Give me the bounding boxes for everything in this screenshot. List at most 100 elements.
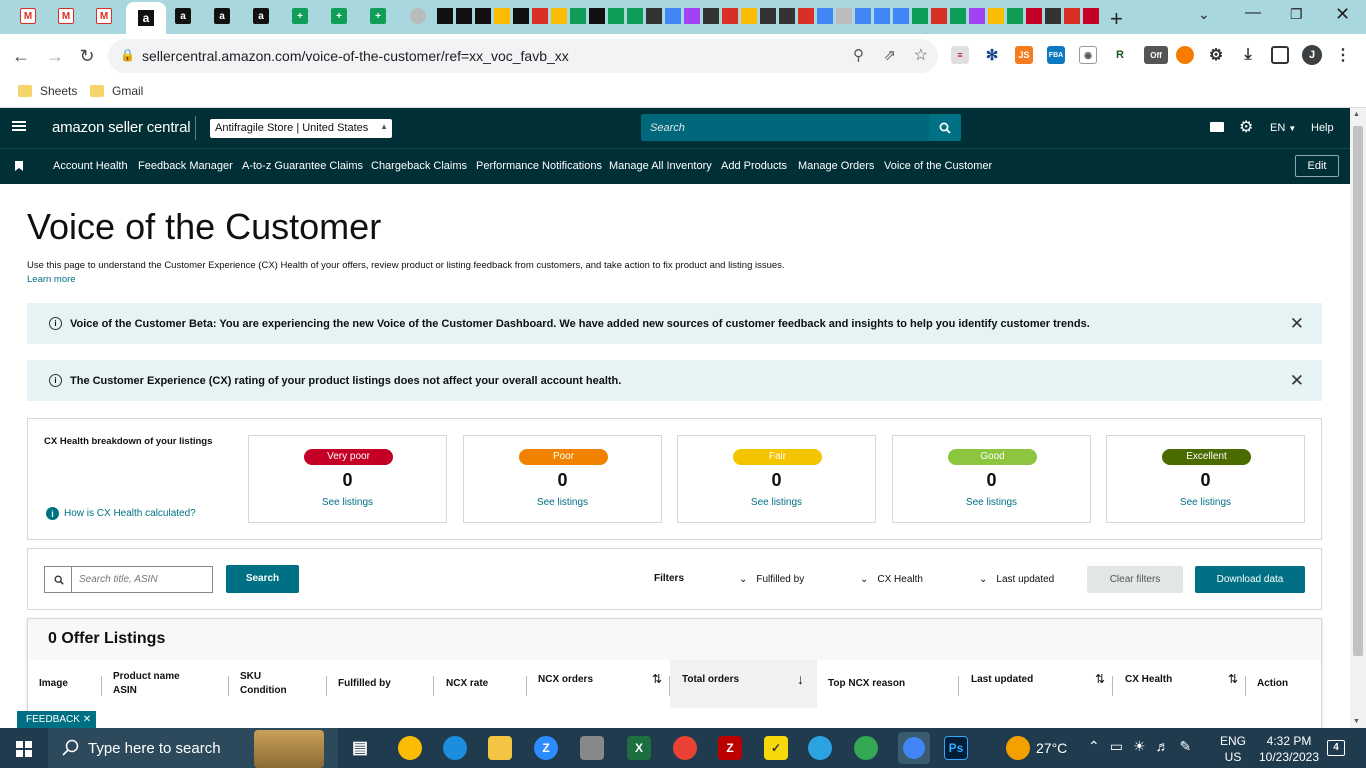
nav-manage-inventory[interactable]: Manage All Inventory <box>609 160 712 172</box>
clear-filters-button[interactable]: Clear filters <box>1087 566 1183 593</box>
zoom-icon[interactable]: ⚲ <box>853 46 864 64</box>
input-language[interactable]: ENG US <box>1220 733 1246 765</box>
search-button[interactable]: Search <box>226 565 299 593</box>
profile-avatar[interactable]: J <box>1302 45 1322 65</box>
extensions-puzzle-icon[interactable]: ⚙ <box>1207 46 1225 64</box>
amazon-seller-central-logo[interactable]: amazon seller central <box>52 119 191 136</box>
see-listings-link[interactable]: See listings <box>464 497 661 508</box>
scroll-up-icon[interactable]: ▲ <box>1353 111 1360 118</box>
column-sku[interactable]: SKU Condition <box>240 670 287 698</box>
nav-add-products[interactable]: Add Products <box>721 160 787 172</box>
bookmark-star-icon[interactable]: ☆ <box>914 45 928 65</box>
new-tab-button[interactable]: + <box>1110 6 1123 32</box>
column-product-name[interactable]: Product name ASIN <box>113 670 180 698</box>
sort-icon[interactable]: ⇅ <box>1228 672 1238 686</box>
notifications-icon[interactable]: 4 <box>1327 740 1345 756</box>
column-ncx-orders[interactable]: NCX orders <box>538 673 593 687</box>
nav-chargeback-claims[interactable]: Chargeback Claims <box>371 160 467 172</box>
column-last-updated[interactable]: Last updated <box>971 673 1033 687</box>
calculator-icon[interactable] <box>580 736 604 760</box>
url-text[interactable]: sellercentral.amazon.com/voice-of-the-cu… <box>142 48 569 64</box>
close-icon[interactable]: ✕ <box>1290 314 1304 334</box>
lock-icon[interactable]: 🔒 <box>120 48 135 62</box>
scrollbar-thumb[interactable] <box>1353 126 1363 656</box>
see-listings-link[interactable]: See listings <box>678 497 875 508</box>
download-data-button[interactable]: Download data <box>1195 566 1305 593</box>
extension-icon[interactable] <box>1176 46 1194 64</box>
weather-icon[interactable] <box>1006 736 1030 760</box>
chrome-icon[interactable] <box>398 736 422 760</box>
amazon-tab-icon[interactable]: a <box>253 8 269 24</box>
off-badge-extension-icon[interactable]: Off <box>1144 46 1168 64</box>
sheets-tab-icon[interactable]: + <box>331 8 347 24</box>
column-ncx-rate[interactable]: NCX rate <box>446 677 488 691</box>
amazon-tab-icon[interactable]: a <box>175 8 191 24</box>
windows-start-icon[interactable] <box>16 741 32 757</box>
header-search-input[interactable]: Search <box>641 114 929 141</box>
header-search-button[interactable] <box>929 114 961 141</box>
hamburger-menu-icon[interactable] <box>12 121 26 123</box>
tab-search-chevron-icon[interactable]: ⌄ <box>1198 6 1210 23</box>
excel-icon[interactable]: X <box>627 736 651 760</box>
fba-extension-icon[interactable]: FBA <box>1047 46 1065 64</box>
side-panel-icon[interactable] <box>1271 46 1289 64</box>
nav-performance-notifications[interactable]: Performance Notifications <box>476 160 602 172</box>
settings-gear-icon[interactable]: ⚙ <box>1239 117 1253 137</box>
loading-tab-icon[interactable] <box>410 8 426 24</box>
how-cx-calculated-link[interactable]: i How is CX Health calculated? <box>46 507 196 520</box>
forward-icon[interactable]: → <box>42 43 68 69</box>
edge-icon[interactable] <box>443 736 467 760</box>
see-listings-link[interactable]: See listings <box>893 497 1090 508</box>
close-icon[interactable]: ✕ <box>1290 371 1304 391</box>
store-selector[interactable]: Antifragile Store | United States ▲ <box>210 119 392 138</box>
page-scrollbar[interactable]: ▲ ▼ <box>1350 108 1366 728</box>
see-listings-link[interactable]: See listings <box>1107 497 1304 508</box>
gmail-tab-icon[interactable]: M <box>58 8 74 24</box>
task-view-icon[interactable]: ▤ <box>348 736 372 760</box>
extension-icon[interactable]: ≡ <box>951 46 969 64</box>
listing-search-input[interactable] <box>71 566 213 593</box>
language-selector[interactable]: EN ▼ <box>1270 122 1296 134</box>
filter-last-updated[interactable]: ⌄ Last updated <box>979 574 1054 585</box>
mail-icon[interactable] <box>1210 122 1224 132</box>
see-listings-link[interactable]: See listings <box>249 497 446 508</box>
gmail-tab-icon[interactable]: M <box>96 8 112 24</box>
clock[interactable]: 4:32 PM 10/23/2023 <box>1258 733 1320 765</box>
column-top-ncx-reason[interactable]: Top NCX reason <box>828 677 905 691</box>
address-bar[interactable]: 🔒 sellercentral.amazon.com/voice-of-the-… <box>108 39 938 73</box>
column-cx-health[interactable]: CX Health <box>1125 673 1172 687</box>
help-link[interactable]: Help <box>1311 122 1334 134</box>
sort-icon[interactable]: ⇅ <box>652 672 662 686</box>
zoom-app-icon[interactable]: Z <box>534 736 558 760</box>
sticky-notes-icon[interactable]: ✓ <box>764 736 788 760</box>
gmail-tab-icon[interactable]: M <box>20 8 36 24</box>
share-icon[interactable]: ⇗ <box>883 46 896 64</box>
extension-icon[interactable]: ◉ <box>1079 46 1097 64</box>
nav-voice-of-customer[interactable]: Voice of the Customer <box>884 160 992 172</box>
column-fulfilled-by[interactable]: Fulfilled by <box>338 677 391 691</box>
minimize-icon[interactable]: — <box>1245 4 1261 22</box>
extension-icon[interactable]: ✻ <box>983 46 1001 64</box>
restore-icon[interactable]: ❐ <box>1290 6 1303 23</box>
learn-more-link[interactable]: Learn more <box>27 274 76 285</box>
chrome-active-icon[interactable] <box>898 732 930 764</box>
extension-icon[interactable]: R <box>1111 46 1129 64</box>
file-explorer-icon[interactable] <box>488 736 512 760</box>
nav-manage-orders[interactable]: Manage Orders <box>798 160 874 172</box>
weather-temp[interactable]: 27°C <box>1036 740 1067 756</box>
sort-icon[interactable]: ⇅ <box>1095 672 1105 686</box>
taskbar-search-box[interactable]: Type here to search <box>48 728 338 768</box>
bookmark-icon[interactable] <box>15 161 23 171</box>
active-tab[interactable]: a <box>126 2 166 34</box>
amazon-tab-icon[interactable]: a <box>214 8 230 24</box>
nav-feedback-manager[interactable]: Feedback Manager <box>138 160 233 172</box>
bookmark-sheets[interactable]: Sheets <box>18 84 77 98</box>
js-extension-icon[interactable]: JS <box>1015 46 1033 64</box>
telegram-icon[interactable] <box>808 736 832 760</box>
menu-kebab-icon[interactable]: ⋮ <box>1334 46 1352 64</box>
close-window-icon[interactable]: ✕ <box>1335 4 1350 25</box>
nav-a-to-z-claims[interactable]: A-to-z Guarantee Claims <box>242 160 363 172</box>
download-icon[interactable]: ⤓ <box>1239 46 1257 64</box>
system-tray-icons[interactable]: ⌃▭☀♬✎ <box>1088 738 1201 755</box>
feedback-tab[interactable]: FEEDBACK ✕ <box>17 711 97 728</box>
